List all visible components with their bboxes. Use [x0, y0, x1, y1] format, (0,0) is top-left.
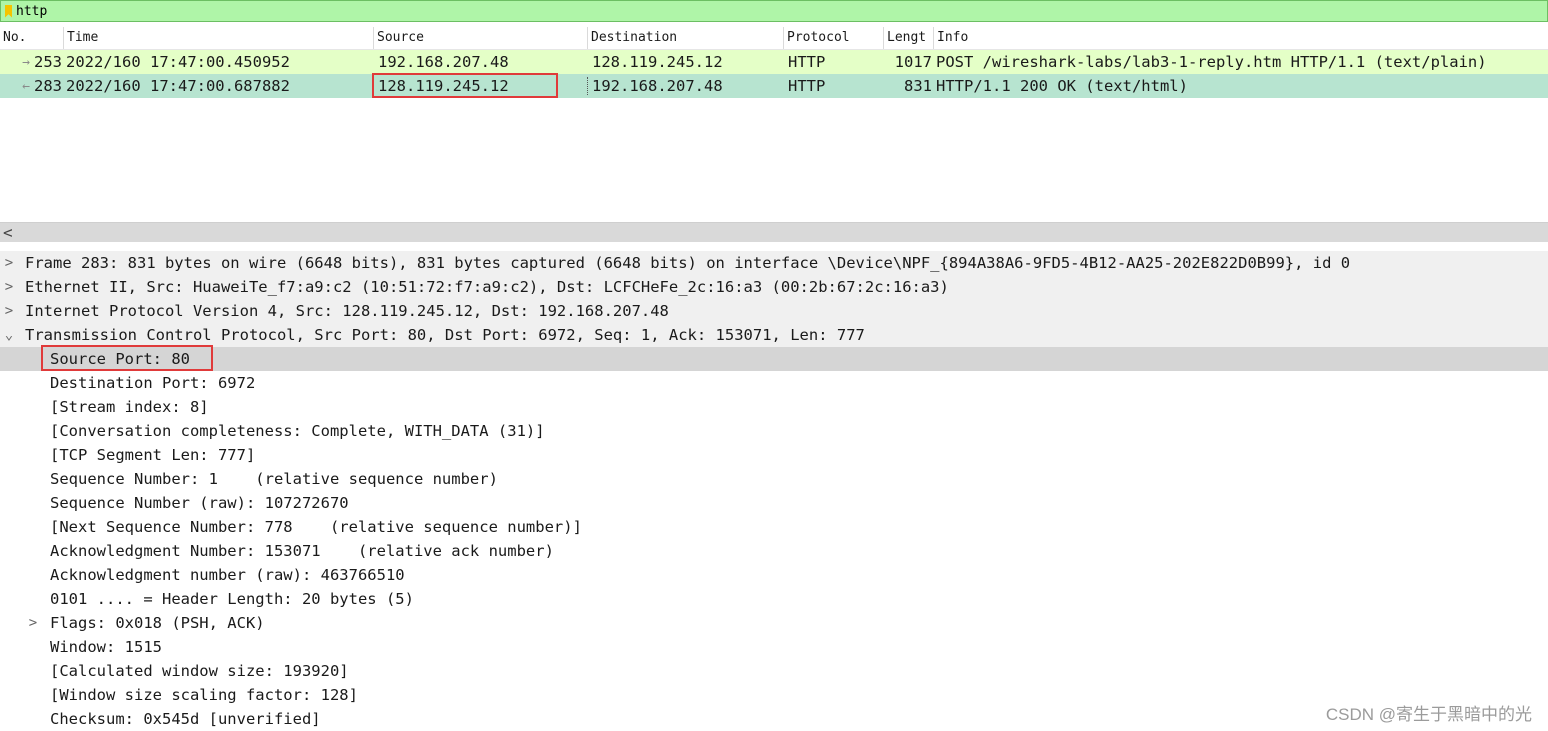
- filter-input[interactable]: [16, 2, 1516, 20]
- horizontal-scrollbar[interactable]: <: [0, 222, 1548, 242]
- column-header-destination[interactable]: Destination: [588, 27, 784, 49]
- column-header-no[interactable]: No.: [0, 27, 64, 49]
- tcp-field[interactable]: [Stream index: 8]: [0, 395, 1548, 419]
- packet-length: 1017: [894, 53, 932, 71]
- tree-item-label: Acknowledgment number (raw): 463766510: [50, 566, 405, 584]
- packet-protocol: HTTP: [788, 77, 826, 95]
- expand-arrow-icon[interactable]: >: [2, 251, 16, 275]
- packet-no: 253: [34, 53, 62, 71]
- tree-item-label: Window: 1515: [50, 638, 162, 656]
- packet-time: 2022/160 17:47:00.687882: [66, 77, 290, 95]
- column-header-info[interactable]: Info: [934, 27, 1548, 49]
- column-header-protocol[interactable]: Protocol: [784, 27, 884, 49]
- tree-item-tcp[interactable]: ⌄ Transmission Control Protocol, Src Por…: [0, 323, 1548, 347]
- tree-item-label: 0101 .... = Header Length: 20 bytes (5): [50, 590, 414, 608]
- packet-info: HTTP/1.1 200 OK (text/html): [936, 77, 1188, 95]
- tree-item-label: [Window size scaling factor: 128]: [50, 686, 358, 704]
- tree-item-label: Sequence Number: 1 (relative sequence nu…: [50, 470, 498, 488]
- tree-item-label: [Calculated window size: 193920]: [50, 662, 349, 680]
- tcp-field[interactable]: Destination Port: 6972: [0, 371, 1548, 395]
- packet-list-header: No. Time Source Destination Protocol Len…: [0, 27, 1548, 50]
- packet-time: 2022/160 17:47:00.450952: [66, 53, 290, 71]
- packet-protocol: HTTP: [788, 53, 826, 71]
- tree-item-label: Acknowledgment Number: 153071 (relative …: [50, 542, 554, 560]
- column-header-length[interactable]: Lengt: [884, 27, 934, 49]
- source-port-highlight-box: [41, 345, 213, 371]
- tcp-field[interactable]: Acknowledgment number (raw): 463766510: [0, 563, 1548, 587]
- tree-item-label: Frame 283: 831 bytes on wire (6648 bits)…: [25, 254, 1351, 272]
- tree-item-frame[interactable]: > Frame 283: 831 bytes on wire (6648 bit…: [0, 251, 1548, 275]
- tree-item-label: Internet Protocol Version 4, Src: 128.11…: [25, 302, 669, 320]
- packet-length: 831: [904, 77, 932, 95]
- tcp-field[interactable]: [TCP Segment Len: 777]: [0, 443, 1548, 467]
- expand-arrow-icon[interactable]: >: [26, 611, 40, 635]
- packet-details: > Frame 283: 831 bytes on wire (6648 bit…: [0, 251, 1548, 731]
- tcp-field[interactable]: 0101 .... = Header Length: 20 bytes (5): [0, 587, 1548, 611]
- tcp-field-source-port[interactable]: Source Port: 80: [0, 345, 1548, 371]
- packet-no: 283: [34, 77, 62, 95]
- tcp-field[interactable]: Acknowledgment Number: 153071 (relative …: [0, 539, 1548, 563]
- tree-item-label: Ethernet II, Src: HuaweiTe_f7:a9:c2 (10:…: [25, 278, 949, 296]
- tree-item-label: Flags: 0x018 (PSH, ACK): [50, 614, 265, 632]
- tcp-field-flags[interactable]: > Flags: 0x018 (PSH, ACK): [0, 611, 1548, 635]
- tcp-field[interactable]: Window: 1515: [0, 635, 1548, 659]
- packet-info: POST /wireshark-labs/lab3-1-reply.htm HT…: [936, 53, 1487, 71]
- scroll-left-icon[interactable]: <: [3, 223, 13, 242]
- tcp-field[interactable]: [Next Sequence Number: 778 (relative seq…: [0, 515, 1548, 539]
- column-header-time[interactable]: Time: [64, 27, 374, 49]
- tcp-field[interactable]: [Calculated window size: 193920]: [0, 659, 1548, 683]
- tree-item-label: Checksum: 0x545d [unverified]: [50, 710, 321, 728]
- tree-item-label: Sequence Number (raw): 107272670: [50, 494, 349, 512]
- bookmark-icon[interactable]: [5, 4, 12, 18]
- tree-item-label: [TCP Segment Len: 777]: [50, 446, 256, 464]
- expand-arrow-icon[interactable]: >: [2, 299, 16, 323]
- tree-item-label: Transmission Control Protocol, Src Port:…: [25, 326, 865, 344]
- packet-row-selected[interactable]: ← 283 2022/160 17:47:00.687882 128.119.24…: [0, 73, 1548, 98]
- response-arrow-icon: ←: [22, 78, 30, 94]
- watermark: CSDN @寄生于黑暗中的光: [1325, 705, 1532, 724]
- tcp-field[interactable]: Sequence Number: 1 (relative sequence nu…: [0, 467, 1548, 491]
- tcp-field[interactable]: [Window size scaling factor: 128]: [0, 683, 1548, 707]
- collapse-arrow-icon[interactable]: ⌄: [2, 323, 16, 347]
- source-highlight-box: [372, 73, 558, 98]
- tree-item-label: [Next Sequence Number: 778 (relative seq…: [50, 518, 582, 536]
- packet-row[interactable]: → 253 2022/160 17:47:00.450952 192.168.20…: [0, 50, 1548, 74]
- tree-item-label: [Conversation completeness: Complete, WI…: [50, 422, 545, 440]
- tree-item-ip[interactable]: > Internet Protocol Version 4, Src: 128.…: [0, 299, 1548, 323]
- tcp-field[interactable]: Checksum: 0x545d [unverified]: [0, 707, 1548, 731]
- packet-list: No. Time Source Destination Protocol Len…: [0, 27, 1548, 98]
- tcp-field[interactable]: [Conversation completeness: Complete, WI…: [0, 419, 1548, 443]
- tree-item-label: Destination Port: 6972: [50, 374, 256, 392]
- column-header-source[interactable]: Source: [374, 27, 588, 49]
- tcp-field[interactable]: Sequence Number (raw): 107272670: [0, 491, 1548, 515]
- packet-source: 192.168.207.48: [378, 53, 509, 71]
- tree-item-label: [Stream index: 8]: [50, 398, 209, 416]
- display-filter-bar[interactable]: [0, 0, 1548, 22]
- expand-arrow-icon[interactable]: >: [2, 275, 16, 299]
- packet-destination: 128.119.245.12: [592, 53, 723, 71]
- request-arrow-icon: →: [22, 54, 30, 70]
- packet-destination: 192.168.207.48: [592, 77, 723, 95]
- tree-item-ethernet[interactable]: > Ethernet II, Src: HuaweiTe_f7:a9:c2 (1…: [0, 275, 1548, 299]
